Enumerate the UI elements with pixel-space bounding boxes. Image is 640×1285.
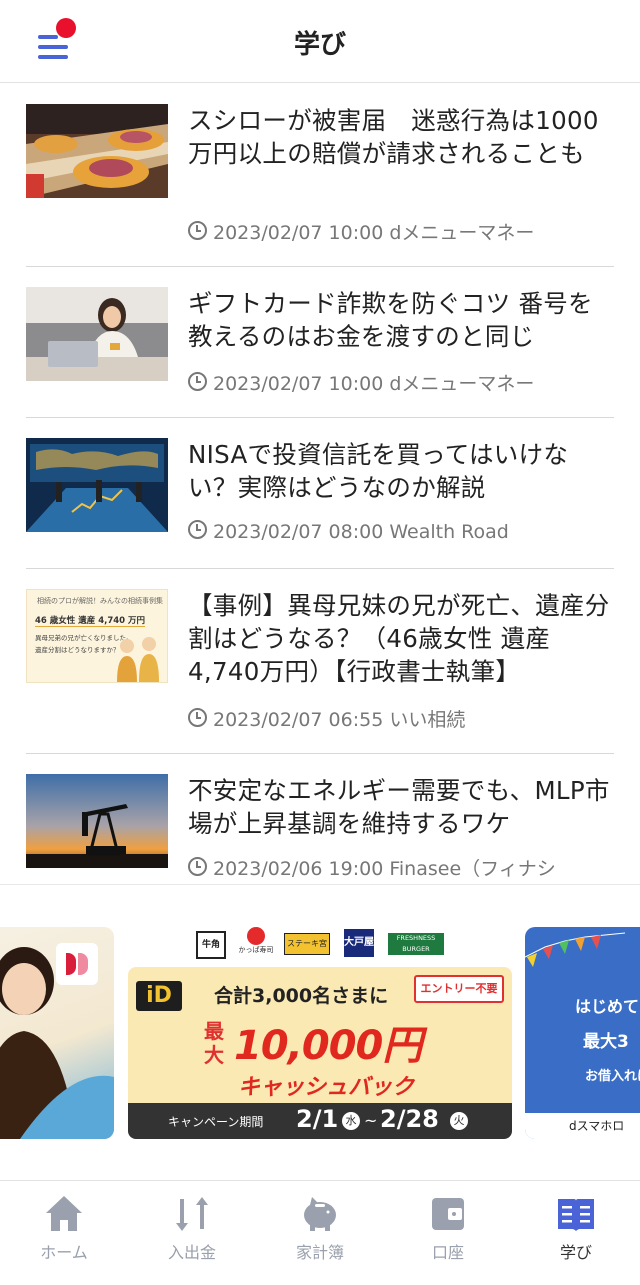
brand-logo: 牛角 bbox=[196, 931, 226, 959]
article-date-source: 2023/02/07 10:00 dメニューマネー bbox=[213, 373, 535, 395]
article-item[interactable]: スシローが被害届 迷惑行為は1000万円以上の賠償が請求されることも 2023/… bbox=[26, 82, 614, 267]
article-date-source: 2023/02/07 10:00 dメニューマネー bbox=[213, 222, 535, 244]
investors-screens-image bbox=[26, 438, 168, 532]
article-meta: 2023/02/06 19:00 Finasee（フィナシ bbox=[188, 854, 614, 881]
campaign-period-bar: キャンペーン期間 2/1 水 ~ 2/28 火 bbox=[128, 1103, 512, 1139]
article-title: 不安定なエネルギー需要でも、MLP市場が上昇基調を維持するワケ bbox=[188, 776, 610, 838]
sushi-conveyor-image bbox=[26, 104, 168, 198]
brand-logo: 大戸屋 bbox=[344, 929, 374, 957]
banner-card-id-campaign[interactable]: iD 合計3,000名さまに エントリー不要 最大 10,000円 キャッシュバ… bbox=[128, 967, 512, 1139]
brand-logo: かっぱ寿司 bbox=[234, 927, 278, 961]
article-item[interactable]: 相続のプロが解説！みんなの相続事例集 46 歳女性 遺産 4,740 万円 異母… bbox=[26, 569, 614, 754]
article-title: 【事例】異母兄妹の兄が死亡、遺産分割はどうなる？（46歳女性 遺産4,740万円… bbox=[188, 591, 610, 686]
campaign-headline: 合計3,000名さまに bbox=[214, 985, 389, 1007]
article-meta: 2023/02/07 08:00 Wealth Road bbox=[188, 520, 509, 543]
right-banner-footer: dスマホロ bbox=[525, 1113, 640, 1139]
tab-household[interactable]: 家計簿 bbox=[256, 1181, 384, 1285]
clock-icon bbox=[188, 520, 207, 539]
right-banner-line1: はじめて bbox=[575, 997, 640, 1016]
tab-transfer[interactable]: 入出金 bbox=[128, 1181, 256, 1285]
period-tilde: ~ bbox=[364, 1111, 378, 1130]
piggy-bank-icon bbox=[300, 1193, 340, 1235]
oil-pump-sunset-image bbox=[26, 774, 168, 868]
article-item[interactable]: 不安定なエネルギー需要でも、MLP市場が上昇基調を維持するワケ 2023/02/… bbox=[26, 754, 614, 884]
clock-icon bbox=[188, 372, 207, 391]
period-end: 2/28 bbox=[380, 1105, 439, 1133]
wallet-icon bbox=[428, 1193, 468, 1235]
entry-badge: エントリー不要 bbox=[414, 975, 504, 1003]
tab-label: 入出金 bbox=[167, 1243, 216, 1262]
banner-card-left[interactable] bbox=[0, 927, 114, 1139]
tab-label: ホーム bbox=[40, 1243, 88, 1262]
app-header: 学び bbox=[0, 0, 640, 83]
right-banner-line2: 最大3 bbox=[583, 1032, 629, 1052]
bottom-tab-bar: ホーム 入出金 家計簿 口座 学び bbox=[0, 1180, 640, 1285]
article-item[interactable]: ギフトカード詐欺を防ぐコツ 番号を教えるのはお金を渡すのと同じ 2023/02/… bbox=[26, 267, 614, 418]
book-icon bbox=[556, 1193, 596, 1235]
clock-icon bbox=[188, 708, 207, 727]
article-date-source: 2023/02/06 19:00 Finasee（フィナシ bbox=[213, 858, 556, 880]
article-title: NISAで投資信託を買ってはいけない？実際はどうなのか解説 bbox=[188, 440, 569, 502]
period-start: 2/1 bbox=[296, 1105, 339, 1133]
thumb-line3: 遺産分割はどうなりますか？ bbox=[35, 646, 120, 654]
right-banner-line3: お借入れに bbox=[585, 1069, 640, 1084]
home-icon bbox=[44, 1193, 84, 1235]
thumb-line1: 46 歳女性 遺産 4,740 万円 bbox=[35, 616, 146, 627]
banner-carousel[interactable]: 牛角 かっぱ寿司 ステーキ宮 大戸屋 FRESHNESS BURGER iD 合… bbox=[0, 884, 640, 1181]
tab-home[interactable]: ホーム bbox=[0, 1181, 128, 1285]
woman-laptop-card-image bbox=[26, 287, 168, 381]
cashback-label: キャッシュバック bbox=[238, 1075, 415, 1100]
inheritance-case-image: 相続のプロが解説！みんなの相続事例集 46 歳女性 遺産 4,740 万円 異母… bbox=[26, 589, 168, 683]
banner-card-right[interactable]: はじめて 最大3 お借入れに dスマホロ bbox=[525, 927, 640, 1139]
start-weekday: 水 bbox=[342, 1112, 360, 1130]
id-logo: iD bbox=[136, 981, 182, 1011]
clock-icon bbox=[188, 857, 207, 876]
d-brand-logo bbox=[56, 943, 98, 985]
brand-logo: ステーキ宮 bbox=[284, 933, 330, 955]
transfer-arrows-icon bbox=[172, 1193, 212, 1235]
article-date-source: 2023/02/07 08:00 Wealth Road bbox=[213, 521, 509, 543]
max-label: 最大 bbox=[204, 1019, 224, 1067]
tab-label: 家計簿 bbox=[295, 1243, 344, 1262]
article-title: スシローが被害届 迷惑行為は1000万円以上の賠償が請求されることも bbox=[188, 106, 599, 168]
tab-account[interactable]: 口座 bbox=[384, 1181, 512, 1285]
article-meta: 2023/02/07 10:00 dメニューマネー bbox=[188, 369, 534, 396]
article-meta: 2023/02/07 10:00 dメニューマネー bbox=[188, 218, 534, 245]
clock-icon bbox=[188, 221, 207, 240]
brand-logo: FRESHNESS BURGER bbox=[388, 933, 444, 955]
article-item[interactable]: NISAで投資信託を買ってはいけない？実際はどうなのか解説 2023/02/07… bbox=[26, 418, 614, 569]
page-title: 学び bbox=[293, 30, 346, 60]
tab-label: 口座 bbox=[431, 1243, 464, 1262]
article-date-source: 2023/02/07 06:55 いい相続 bbox=[213, 709, 466, 731]
article-title: ギフトカード詐欺を防ぐコツ 番号を教えるのはお金を渡すのと同じ bbox=[188, 289, 593, 351]
article-meta: 2023/02/07 06:55 いい相続 bbox=[188, 705, 465, 732]
tab-label: 学び bbox=[559, 1243, 592, 1262]
tab-learn[interactable]: 学び bbox=[512, 1181, 640, 1285]
brand-logo-row: 牛角 かっぱ寿司 ステーキ宮 大戸屋 FRESHNESS BURGER bbox=[190, 925, 450, 961]
campaign-amount: 10,000円 bbox=[234, 1023, 422, 1069]
period-label: キャンペーン期間 bbox=[168, 1115, 264, 1129]
end-weekday: 火 bbox=[450, 1112, 468, 1130]
thumb-header-text: 相続のプロが解説！みんなの相続事例集 bbox=[37, 597, 163, 605]
